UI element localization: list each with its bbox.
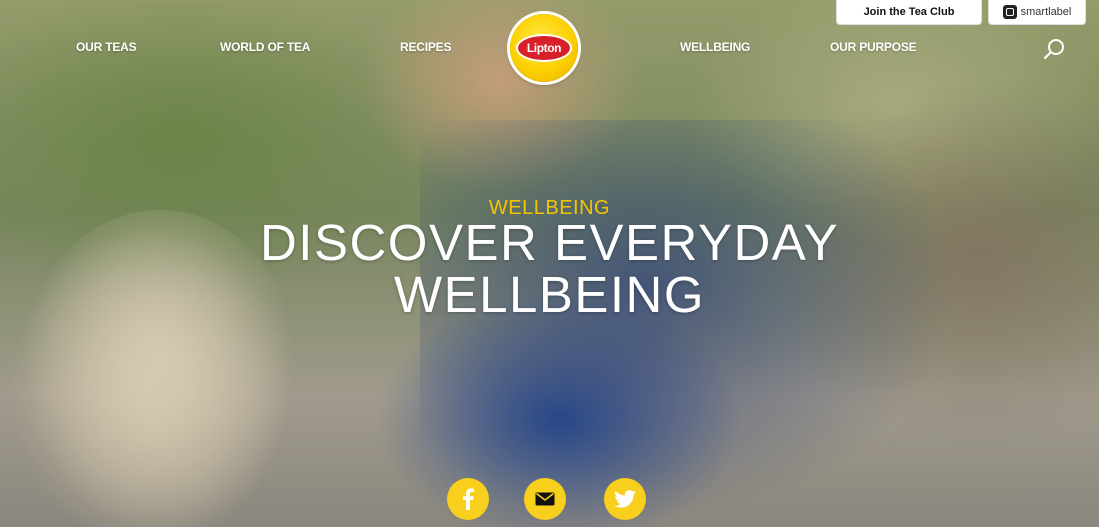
nav-item-wellbeing[interactable]: WELLBEING (680, 40, 750, 54)
social-share-bar (0, 478, 1099, 520)
hero-title-line1: DISCOVER EVERYDAY (259, 214, 840, 271)
twitter-icon (614, 490, 636, 508)
smartlabel-button[interactable]: smartlabel (988, 0, 1086, 25)
lipton-logo[interactable]: Lipton (510, 14, 578, 82)
facebook-share-button[interactable] (447, 478, 489, 520)
nav-item-recipes[interactable]: RECIPES (400, 40, 451, 54)
hero-title-line2: WELLBEING (393, 266, 706, 323)
twitter-share-button[interactable] (604, 478, 646, 520)
smartlabel-icon (1002, 5, 1017, 19)
email-icon (535, 492, 555, 506)
nav-item-our-purpose[interactable]: OUR PURPOSE (830, 40, 917, 54)
search-icon[interactable] (1043, 38, 1065, 60)
hero-title: DISCOVER EVERYDAY WELLBEING (0, 217, 1099, 321)
facebook-icon (463, 488, 474, 510)
nav-item-our-teas[interactable]: OUR TEAS (76, 40, 137, 54)
email-share-button[interactable] (524, 478, 566, 520)
lipton-logo-badge: Lipton (516, 34, 572, 62)
lipton-logo-text: Lipton (526, 41, 562, 55)
nav-item-world-of-tea[interactable]: WORLD OF TEA (220, 40, 310, 54)
smartlabel-label: smartlabel (1020, 6, 1072, 18)
join-tea-club-button[interactable]: Join the Tea Club (836, 0, 982, 25)
